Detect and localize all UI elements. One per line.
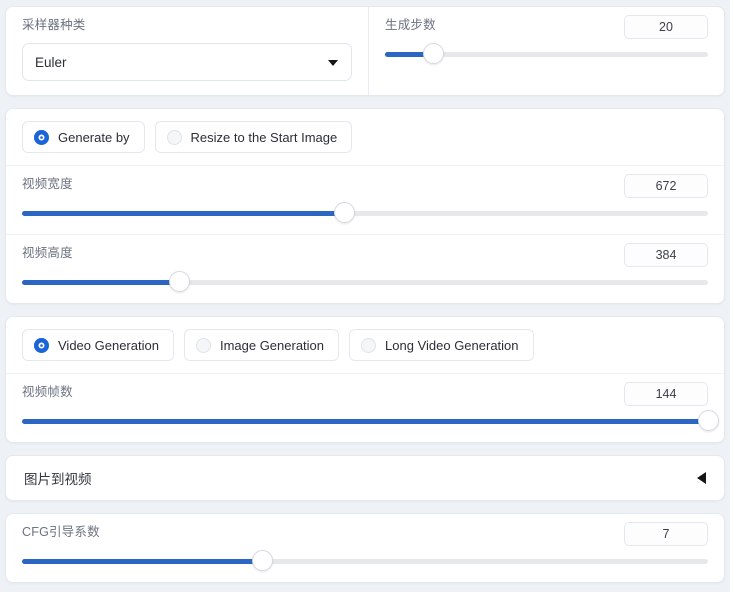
- steps-slider[interactable]: [385, 43, 708, 65]
- sampler-steps-panel: 采样器种类 Euler 生成步数 20: [5, 6, 725, 96]
- video-frames-value-text: 144: [655, 387, 677, 401]
- video-size-panel: Generate by Resize to the Start Image 视频…: [5, 108, 725, 304]
- video-frames-input[interactable]: 144: [624, 382, 708, 406]
- image-to-video-accordion-header[interactable]: 图片到视频: [6, 456, 724, 500]
- image-to-video-accordion-panel: 图片到视频: [5, 455, 725, 501]
- cfg-input[interactable]: 7: [624, 522, 708, 546]
- video-height-row: 视频高度 384: [6, 234, 724, 303]
- video-frames-slider-knob[interactable]: [697, 410, 719, 431]
- video-frames-row: 视频帧数 144: [6, 374, 724, 442]
- generation-mode-option-label: Video Generation: [58, 337, 159, 353]
- cfg-slider-knob[interactable]: [251, 550, 273, 571]
- video-frames-slider[interactable]: [22, 410, 719, 432]
- cfg-slider-fill: [22, 559, 263, 564]
- video-height-slider-fill: [22, 280, 180, 285]
- steps-slider-knob[interactable]: [422, 43, 444, 64]
- sampler-column: 采样器种类 Euler: [6, 7, 368, 95]
- video-height-label: 视频高度: [22, 246, 73, 260]
- video-frames-label: 视频帧数: [22, 385, 73, 399]
- cfg-panel: CFG引导系数 7: [5, 513, 725, 583]
- radio-icon-selected: [34, 129, 49, 145]
- size-mode-option-label: Resize to the Start Image: [190, 129, 338, 145]
- settings-page: 采样器种类 Euler 生成步数 20 Generate by Resize t…: [0, 0, 730, 592]
- chevron-down-icon: [328, 60, 338, 66]
- caret-left-icon[interactable]: [697, 472, 706, 484]
- generation-mode-option-label: Image Generation: [219, 337, 325, 353]
- cfg-row: CFG引导系数 7: [6, 514, 724, 582]
- steps-value-input[interactable]: 20: [624, 15, 708, 39]
- video-height-slider-knob[interactable]: [169, 271, 191, 292]
- generation-mode-panel: Video Generation Image Generation Long V…: [5, 316, 725, 443]
- radio-icon-unselected: [361, 337, 377, 353]
- sampler-label: 采样器种类: [22, 18, 86, 32]
- video-width-row: 视频宽度 672: [6, 166, 724, 234]
- video-height-value-text: 384: [655, 248, 677, 262]
- video-height-input[interactable]: 384: [624, 243, 708, 267]
- size-mode-radio-group: Generate by Resize to the Start Image: [6, 109, 724, 166]
- video-width-slider-fill: [22, 211, 345, 216]
- size-mode-option-resize-to-start-image[interactable]: Resize to the Start Image: [154, 121, 353, 153]
- radio-icon-unselected: [166, 129, 182, 145]
- cfg-slider[interactable]: [22, 550, 708, 572]
- video-width-slider[interactable]: [22, 202, 708, 224]
- video-width-value-text: 672: [655, 179, 677, 193]
- generation-mode-option-image-generation[interactable]: Image Generation: [183, 329, 340, 361]
- video-width-label: 视频宽度: [22, 177, 73, 191]
- video-height-slider[interactable]: [22, 271, 708, 293]
- cfg-label: CFG引导系数: [22, 525, 100, 539]
- radio-icon-unselected: [195, 337, 211, 353]
- image-to-video-accordion-title: 图片到视频: [24, 472, 92, 487]
- video-width-input[interactable]: 672: [624, 174, 708, 198]
- generation-mode-option-video-generation[interactable]: Video Generation: [22, 329, 174, 361]
- radio-icon-selected: [34, 337, 49, 353]
- sampler-dropdown[interactable]: Euler: [22, 43, 352, 81]
- sampler-selected-value: Euler: [35, 54, 67, 70]
- generation-mode-option-long-video-generation[interactable]: Long Video Generation: [349, 329, 534, 361]
- generation-mode-option-label: Long Video Generation: [385, 337, 519, 353]
- steps-value-text: 20: [659, 20, 673, 34]
- steps-column: 生成步数 20: [368, 7, 724, 95]
- cfg-value-text: 7: [662, 527, 670, 541]
- video-frames-slider-fill: [22, 419, 708, 424]
- video-width-slider-knob[interactable]: [333, 202, 355, 223]
- generation-mode-radio-group: Video Generation Image Generation Long V…: [6, 317, 724, 374]
- size-mode-option-label: Generate by: [58, 129, 130, 145]
- size-mode-option-generate-by[interactable]: Generate by: [22, 121, 145, 153]
